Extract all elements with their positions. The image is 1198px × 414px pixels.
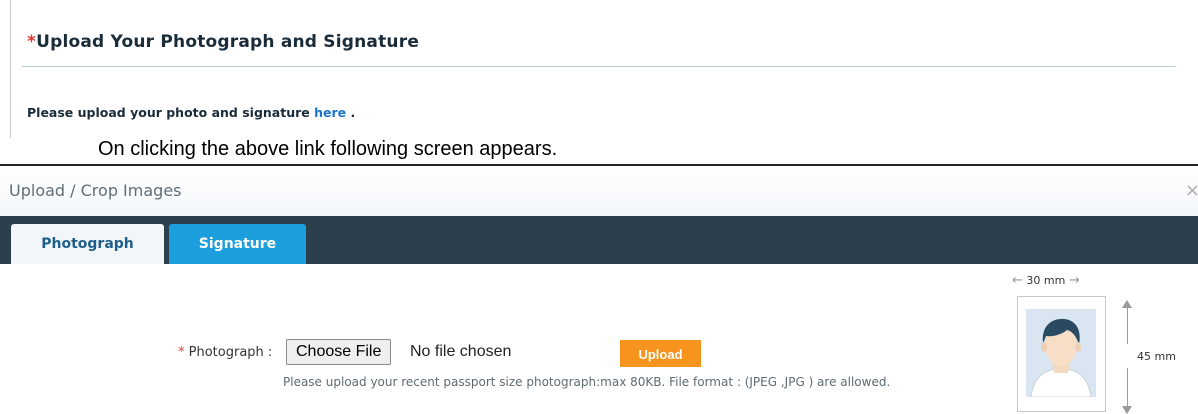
- upload-button[interactable]: Upload: [620, 340, 701, 367]
- upload-hint: Please upload your recent passport size …: [283, 375, 891, 389]
- close-icon[interactable]: ×: [1185, 180, 1198, 201]
- photograph-label-text: Photograph :: [188, 345, 273, 360]
- left-border: [10, 0, 11, 138]
- height-label: 45 mm: [1137, 350, 1176, 363]
- section-title-text: Upload Your Photograph and Signature: [36, 32, 420, 52]
- upload-message: Please upload your photo and signature h…: [27, 105, 355, 120]
- width-label: 30 mm: [1026, 274, 1066, 287]
- upload-message-suffix: .: [346, 105, 356, 120]
- section-divider: [22, 66, 1176, 67]
- upload-here-link[interactable]: here: [314, 105, 346, 120]
- photograph-label: * Photograph :: [178, 345, 272, 360]
- tab-photograph[interactable]: Photograph: [11, 224, 164, 264]
- arrow-gap: [1120, 344, 1135, 368]
- width-dimension: ← 30 mm →: [1012, 273, 1080, 288]
- dialog-body: * Photograph : Choose File No file chose…: [0, 264, 1198, 414]
- choose-file-button[interactable]: Choose File: [286, 339, 392, 365]
- arrow-left-icon: ←: [1012, 273, 1023, 288]
- required-mark: *: [178, 345, 185, 360]
- sample-photo-frame: [1017, 296, 1106, 412]
- upload-message-text: Please upload your photo and signature: [27, 105, 315, 120]
- required-mark: *: [27, 32, 37, 52]
- tab-bar: Photograph Signature: [0, 216, 1198, 264]
- arrow-right-icon: →: [1068, 273, 1080, 288]
- tab-signature[interactable]: Signature: [169, 224, 306, 264]
- sample-portrait-icon: [1026, 309, 1096, 397]
- dialog-title: Upload / Crop Images: [9, 181, 182, 200]
- file-status-text: No file chosen: [410, 343, 512, 360]
- dialog-header: Upload / Crop Images ×: [0, 166, 1198, 216]
- caption-text: On clicking the above link following scr…: [98, 138, 558, 160]
- section-title: *Upload Your Photograph and Signature: [27, 32, 419, 52]
